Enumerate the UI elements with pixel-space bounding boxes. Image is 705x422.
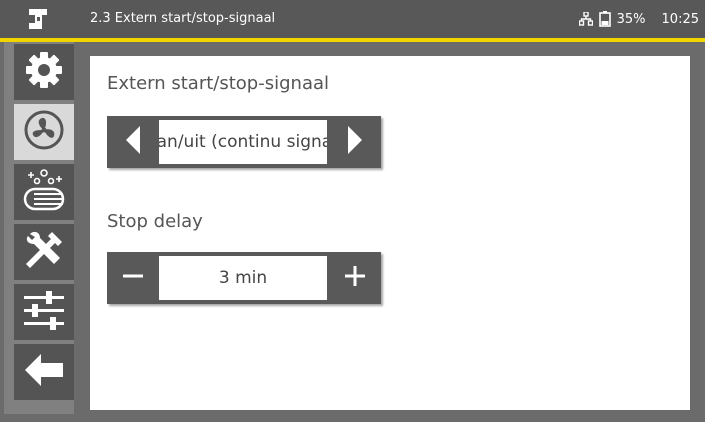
sidebar-item-back[interactable] bbox=[14, 344, 74, 400]
delay-stepper: 3 min bbox=[107, 252, 381, 304]
delay-value: 3 min bbox=[159, 256, 327, 300]
decrement-button[interactable] bbox=[107, 252, 159, 304]
logo-icon bbox=[28, 7, 48, 31]
tools-icon bbox=[22, 228, 66, 276]
network-icon bbox=[578, 12, 593, 26]
sidebar-item-fan[interactable] bbox=[14, 104, 74, 160]
battery-icon bbox=[598, 11, 611, 27]
sliders-icon bbox=[22, 288, 66, 336]
status-area: 35% 10:25 bbox=[578, 0, 699, 38]
gear-icon bbox=[24, 50, 64, 94]
battery-percentage: 35% bbox=[616, 11, 646, 27]
next-option-button[interactable] bbox=[329, 116, 381, 168]
minus-icon bbox=[122, 265, 144, 291]
fan-icon bbox=[23, 109, 65, 155]
signal-value: Aan/uit (continu signaal) bbox=[159, 120, 327, 164]
sidebar-item-filter[interactable] bbox=[14, 164, 74, 220]
filter-cleaning-icon bbox=[22, 167, 66, 217]
signal-selector: Aan/uit (continu signaal) bbox=[107, 116, 381, 168]
delay-label: Stop delay bbox=[107, 211, 203, 232]
accent-bar bbox=[0, 38, 705, 42]
signal-label: Extern start/stop-signaal bbox=[107, 73, 330, 94]
sidebar-item-settings[interactable] bbox=[14, 44, 74, 100]
back-arrow-icon bbox=[23, 352, 65, 392]
arrow-left-icon bbox=[124, 125, 142, 159]
page-title: 2.3 Extern start/stop-signaal bbox=[90, 11, 276, 26]
status-bar: 2.3 Extern start/stop-signaal 35% 10:25 bbox=[0, 0, 705, 38]
previous-option-button[interactable] bbox=[107, 116, 159, 168]
sidebar bbox=[4, 42, 74, 414]
plus-icon bbox=[344, 265, 366, 291]
clock: 10:25 bbox=[661, 11, 699, 27]
sidebar-item-service[interactable] bbox=[14, 224, 74, 280]
increment-button[interactable] bbox=[329, 252, 381, 304]
signal-value-text: Aan/uit (continu signaal) bbox=[159, 132, 327, 152]
settings-panel: Extern start/stop-signaal Aan/uit (conti… bbox=[90, 56, 690, 410]
arrow-right-icon bbox=[346, 125, 364, 159]
sidebar-item-adjust[interactable] bbox=[14, 284, 74, 340]
